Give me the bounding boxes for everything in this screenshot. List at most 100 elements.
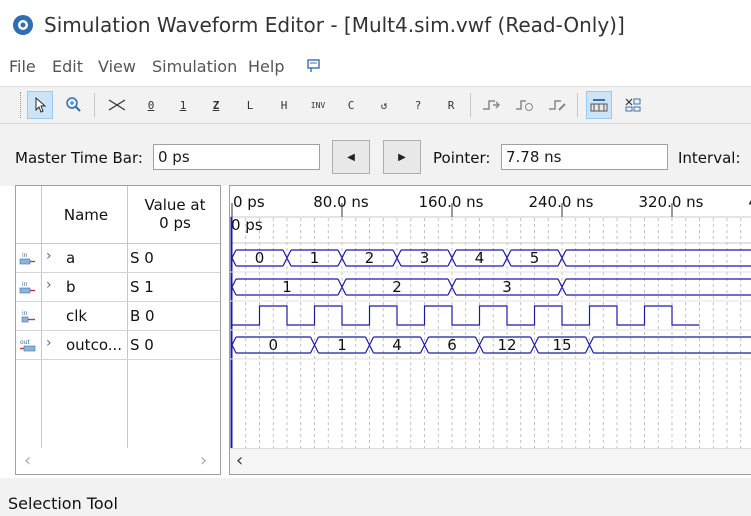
signal-outcome-value: 6 — [447, 336, 457, 354]
force-weak-high-button[interactable]: H — [271, 91, 297, 119]
functional-sim-icon — [483, 100, 501, 110]
signal-name: a — [66, 249, 76, 267]
force-low-icon: 0 — [147, 98, 155, 112]
expand-chevron-icon[interactable]: › — [46, 248, 52, 264]
run-functional-simulation-button[interactable] — [478, 91, 504, 119]
previous-transition-button[interactable]: ◀ — [332, 140, 370, 174]
signal-row-a[interactable]: in › a S 0 — [16, 244, 220, 273]
toolbar-separator — [94, 93, 95, 117]
overwrite-clock-button[interactable]: ↺ — [371, 91, 397, 119]
name-panel-scrollbar[interactable]: ‹ › — [16, 448, 220, 474]
signal-name: clk — [66, 307, 88, 325]
selection-tool-button[interactable] — [27, 91, 53, 119]
scroll-right-icon[interactable]: › — [200, 450, 207, 471]
invert-button[interactable]: INV — [305, 91, 331, 119]
signal-b-value: 2 — [392, 278, 402, 296]
signal-a-value: 5 — [530, 249, 540, 267]
high-impedance-icon: Z — [212, 98, 220, 112]
signal-a-value: 1 — [310, 249, 320, 267]
svg-text:out: out — [20, 339, 30, 346]
svg-text:in: in — [22, 310, 28, 317]
count-value-button[interactable]: C — [338, 91, 364, 119]
signal-name: b — [66, 278, 76, 296]
name-column-header[interactable]: Name — [46, 206, 126, 224]
signal-name: outco... — [66, 336, 123, 354]
arrow-left-icon: ◀ — [347, 151, 355, 163]
run-timing-simulation-button[interactable] — [511, 91, 537, 119]
menu-simulation[interactable]: Simulation — [152, 57, 237, 76]
force-low-button[interactable]: 0 — [138, 91, 164, 119]
signal-outcome-value: 0 — [268, 336, 278, 354]
random-value-button[interactable]: R — [438, 91, 464, 119]
force-high-impedance-button[interactable]: Z — [203, 91, 229, 119]
clock-icon: ↺ — [380, 98, 388, 112]
signal-outcome-value: 1 — [337, 336, 347, 354]
expand-chevron-icon[interactable]: › — [46, 277, 52, 293]
menu-bar: File Edit View Simulation Help — [0, 54, 751, 80]
signal-a-value: 4 — [475, 249, 485, 267]
force-high-icon: 1 — [179, 98, 187, 112]
time-tick-label: 80.0 ns — [313, 193, 369, 211]
toolbar-separator — [470, 93, 471, 117]
zoom-tool-button[interactable] — [60, 91, 86, 119]
grid-settings-button[interactable] — [620, 91, 646, 119]
signal-table-header: Name Value at 0 ps — [16, 186, 220, 244]
arbitrary-value-button[interactable]: ? — [405, 91, 431, 119]
scroll-left-icon[interactable]: ‹ — [236, 450, 243, 471]
interval-label: Interval: — [678, 149, 741, 167]
signal-value: S 0 — [130, 336, 154, 354]
signal-row-clk[interactable]: in clk B 0 — [16, 302, 220, 331]
count-value-icon: C — [347, 98, 355, 112]
signal-b-bus-trace[interactable] — [231, 278, 751, 296]
signal-outcome-value: 12 — [497, 336, 516, 354]
waveform-canvas[interactable]: 0 ps80.0 ns160.0 ns240.0 ns320.0 ns400.0… — [230, 186, 751, 448]
expand-chevron-icon[interactable]: › — [46, 335, 52, 351]
value-header-line2: 0 ps — [159, 214, 191, 232]
signal-outcome-bus-trace[interactable] — [231, 336, 751, 354]
scroll-left-icon[interactable]: ‹ — [24, 450, 31, 471]
signal-outcome-value: 15 — [552, 336, 571, 354]
signal-value: B 0 — [130, 307, 155, 325]
signal-row-b[interactable]: in › b S 1 — [16, 273, 220, 302]
input-pin-icon: in — [19, 252, 35, 265]
netlist-icon — [549, 100, 566, 111]
menu-help[interactable]: Help — [248, 57, 284, 76]
menu-edit[interactable]: Edit — [52, 57, 83, 76]
waveform-scrollbar[interactable]: ‹ — [230, 448, 751, 474]
output-pin-icon: out — [20, 339, 36, 352]
force-weak-low-button[interactable]: L — [237, 91, 263, 119]
time-tick-label: 160.0 ns — [418, 193, 483, 211]
signal-a-value: 3 — [420, 249, 430, 267]
toolbar-separator — [577, 93, 578, 117]
value-header-line1: Value at — [144, 196, 206, 214]
master-time-bar-field[interactable]: 0 ps — [153, 144, 320, 170]
menu-file[interactable]: File — [9, 57, 36, 76]
pointer-arrow-icon — [35, 97, 47, 113]
signal-b-value: 1 — [282, 278, 292, 296]
signal-a-value: 2 — [365, 249, 375, 267]
pointer-field[interactable]: 7.78 ns — [501, 144, 668, 170]
generate-netlist-button[interactable] — [544, 91, 570, 119]
menu-view[interactable]: View — [98, 57, 136, 76]
cursor-time-label: 0 ps — [231, 216, 263, 234]
input-pin-icon: in — [19, 281, 35, 294]
random-value-icon: R — [447, 98, 455, 112]
signal-name-panel: Name Value at 0 ps in › a S 0 in › b S 1… — [15, 185, 221, 475]
signal-a-value: 0 — [255, 249, 265, 267]
time-tick-label: 320.0 ns — [638, 193, 703, 211]
help-pin-icon[interactable] — [306, 58, 322, 74]
snap-to-grid-button[interactable] — [586, 91, 612, 119]
force-unknown-button[interactable] — [104, 91, 130, 119]
signal-row-outcome[interactable]: out › outco... S 0 — [16, 331, 220, 360]
master-time-bar-label: Master Time Bar: — [15, 149, 143, 167]
status-text: Selection Tool — [8, 494, 118, 513]
title-bar: Simulation Waveform Editor - [Mult4.sim.… — [0, 0, 751, 50]
next-transition-button[interactable]: ▶ — [383, 140, 421, 174]
unknown-x-icon — [108, 99, 126, 111]
signal-value: S 0 — [130, 249, 154, 267]
toolbar-grip[interactable] — [20, 92, 23, 118]
waveform-panel[interactable]: 0 ps80.0 ns160.0 ns240.0 ns320.0 ns400.0… — [229, 185, 751, 475]
svg-text:in: in — [22, 252, 28, 259]
force-high-button[interactable]: 1 — [170, 91, 196, 119]
value-column-header[interactable]: Value at 0 ps — [130, 196, 220, 232]
